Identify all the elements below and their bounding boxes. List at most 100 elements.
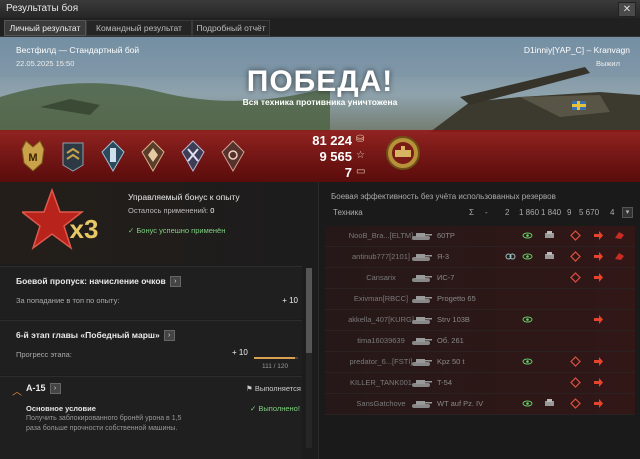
battle-pass-info-button[interactable]: ›: [169, 276, 181, 288]
blocked-armor-icon: [545, 252, 554, 259]
flag-icon: ⚑: [246, 384, 253, 393]
personal-progress-panel: x3 Управляемый бонус к опыту Осталось пр…: [0, 182, 318, 459]
close-button[interactable]: ✕: [618, 2, 636, 17]
damage-dealt-icon: [594, 231, 603, 240]
left-scrollbar[interactable]: [306, 268, 312, 448]
ace-tanker-emblem-icon[interactable]: [385, 135, 421, 171]
column-vehicle-header: Техника: [333, 208, 363, 217]
spotted-eye-icon: [522, 400, 533, 407]
column-header-dash: -: [485, 208, 488, 217]
table-row[interactable]: predator_6...[FSTI] Kpz 50 t: [325, 352, 635, 373]
crit-hit-icon: [570, 230, 581, 241]
crit-hit-icon: [570, 377, 581, 388]
steel-wall-award-icon[interactable]: [140, 139, 166, 173]
damage-dealt-icon: [594, 399, 603, 408]
mission-condition-status-text: Выполнено!: [258, 404, 300, 413]
table-row[interactable]: antinub777[2101] Я-3: [325, 247, 635, 268]
tab-personal-result[interactable]: Личный результат: [4, 20, 86, 36]
window-title: Результаты боя: [6, 3, 79, 14]
battle-results-window: Результаты боя ✕ Личный результат Команд…: [0, 0, 640, 459]
xp-bonus-title: Управляемый бонус к опыту: [128, 192, 240, 202]
bonus-applied-status: ✓ Бонус успешно применён: [128, 226, 226, 235]
tab-detailed-report[interactable]: Подробный отчёт: [192, 20, 270, 36]
battle-hero-award-icon[interactable]: [180, 139, 206, 173]
tank-silhouette-icon: [412, 233, 432, 240]
xp-multiplier-star-icon: x3: [22, 188, 99, 250]
table-row[interactable]: akkella_407[KURG] Strv 103B: [325, 310, 635, 331]
mission-condition-desc-line2: раза больше прочности собственной машины…: [26, 425, 178, 432]
column-header-9: 9: [567, 208, 572, 217]
spotted-eye-icon: [522, 253, 533, 260]
tank-silhouette-icon: [412, 401, 432, 408]
stage-progress-bar: [254, 357, 298, 359]
mission-status: ⚑ Выполняется: [246, 384, 301, 393]
stage-progress-fill: [254, 357, 295, 359]
player-and-vehicle: D1inniy[YAP_C] – Kranvagn: [523, 45, 630, 55]
mission-info-button[interactable]: ›: [49, 383, 61, 395]
column-header-5670: 5 670: [579, 208, 600, 217]
stage-title: 6-й этап главы «Победный марш»: [16, 330, 160, 340]
column-header-1840: 1 840: [541, 208, 562, 217]
result-banner: Вестфилд — Стандартный бой 22.05.2025 15…: [0, 37, 640, 182]
spotted-eye-icon: [522, 232, 533, 239]
row-vehicle-name: 60TP: [437, 231, 455, 240]
battle-pass-points: + 10: [282, 296, 298, 305]
row-vehicle-name: ИС-7: [437, 273, 455, 282]
tank-silhouette-icon: [412, 380, 432, 387]
table-row[interactable]: SansGatchove WT auf Pz. IV: [325, 394, 635, 415]
battle-pass-header: Боевой пропуск: начисление очков ›: [16, 276, 181, 288]
battle-pass-desc: За попадание в топ по опыту:: [16, 296, 120, 305]
column-header-1860: 1 860: [519, 208, 540, 217]
blocked-armor-icon: [545, 231, 554, 238]
table-row[interactable]: tima16039639 Об. 261: [325, 331, 635, 352]
assist-radio-icon: [505, 253, 516, 260]
battle-pass-section: Боевой пропуск: начисление очков › За поп…: [0, 266, 302, 319]
tab-team-result[interactable]: Командный результат: [86, 20, 192, 36]
credits-icon: ⛁: [356, 134, 365, 145]
stage-info-button[interactable]: ›: [163, 330, 175, 342]
left-scrollbar-thumb[interactable]: [306, 268, 312, 353]
tank-silhouette-icon: [412, 275, 432, 282]
mission-condition-desc-line1: Получить заблокированного бронёй урона в…: [26, 415, 182, 422]
battle-result-title: ПОБЕДА!: [246, 65, 394, 98]
stage-progress-text: 111 / 120: [262, 363, 289, 370]
mastery-badge-icon[interactable]: M: [20, 139, 46, 173]
table-settings-button[interactable]: ▾: [622, 207, 633, 218]
collapse-chevron-icon[interactable]: ︿: [12, 383, 22, 398]
experience-earned: 9 565: [319, 149, 352, 164]
team-efficiency-panel: Боевая эффективность без учёта использов…: [318, 182, 640, 459]
crit-hit-icon: [570, 272, 581, 283]
xp-multiplier-text: x3: [70, 214, 99, 244]
sniper-award-icon[interactable]: [220, 139, 246, 173]
spotted-eye-icon: [522, 358, 533, 365]
column-header-4: 4: [610, 208, 615, 217]
table-row[interactable]: Exivman[RBCC] Progetto 65: [325, 289, 635, 310]
tank-silhouette-icon: [412, 359, 432, 366]
battle-pass-title: Боевой пропуск: начисление очков: [16, 276, 166, 286]
destroyed-icon: [615, 253, 624, 260]
efficiency-header: Боевая эффективность без учёта использов…: [331, 192, 556, 201]
xp-bonus-block: x3 Управляемый бонус к опыту Осталось пр…: [0, 182, 318, 264]
damage-dealt-icon: [594, 273, 603, 282]
row-vehicle-name: Об. 261: [437, 336, 464, 345]
credits-earned: 81 224: [312, 133, 352, 148]
tank-silhouette-icon: [412, 317, 432, 324]
rank-chevron-icon[interactable]: [60, 139, 86, 173]
table-row[interactable]: Cansarix ИС-7: [325, 268, 635, 289]
table-row[interactable]: KILLER_TANK001 T-54: [325, 373, 635, 394]
mission-section: ︿ A-15 › ⚑ Выполняется Основное условие ✓…: [0, 376, 302, 459]
table-row[interactable]: NooB_Bra...[ELTM] 60TP: [325, 226, 635, 247]
mission-header: A-15 ›: [26, 383, 61, 395]
mastery-letter: M: [28, 152, 37, 164]
row-vehicle-name: Progetto 65: [437, 294, 476, 303]
damage-dealt-icon: [594, 357, 603, 366]
row-vehicle-name: WT auf Pz. IV: [437, 399, 484, 408]
row-vehicle-name: T-54: [437, 378, 453, 387]
stage-header: 6-й этап главы «Победный марш» ›: [16, 330, 175, 342]
battle-result-subtitle: Вся техника противника уничтожена: [242, 97, 398, 107]
column-header-2: 2: [505, 208, 510, 217]
tab-bar: Личный результат Командный результат Под…: [0, 18, 640, 37]
row-vehicle-name: Я-3: [437, 252, 450, 261]
defender-award-icon[interactable]: [100, 139, 126, 173]
mission-condition-status: ✓ Выполнено!: [250, 404, 300, 413]
